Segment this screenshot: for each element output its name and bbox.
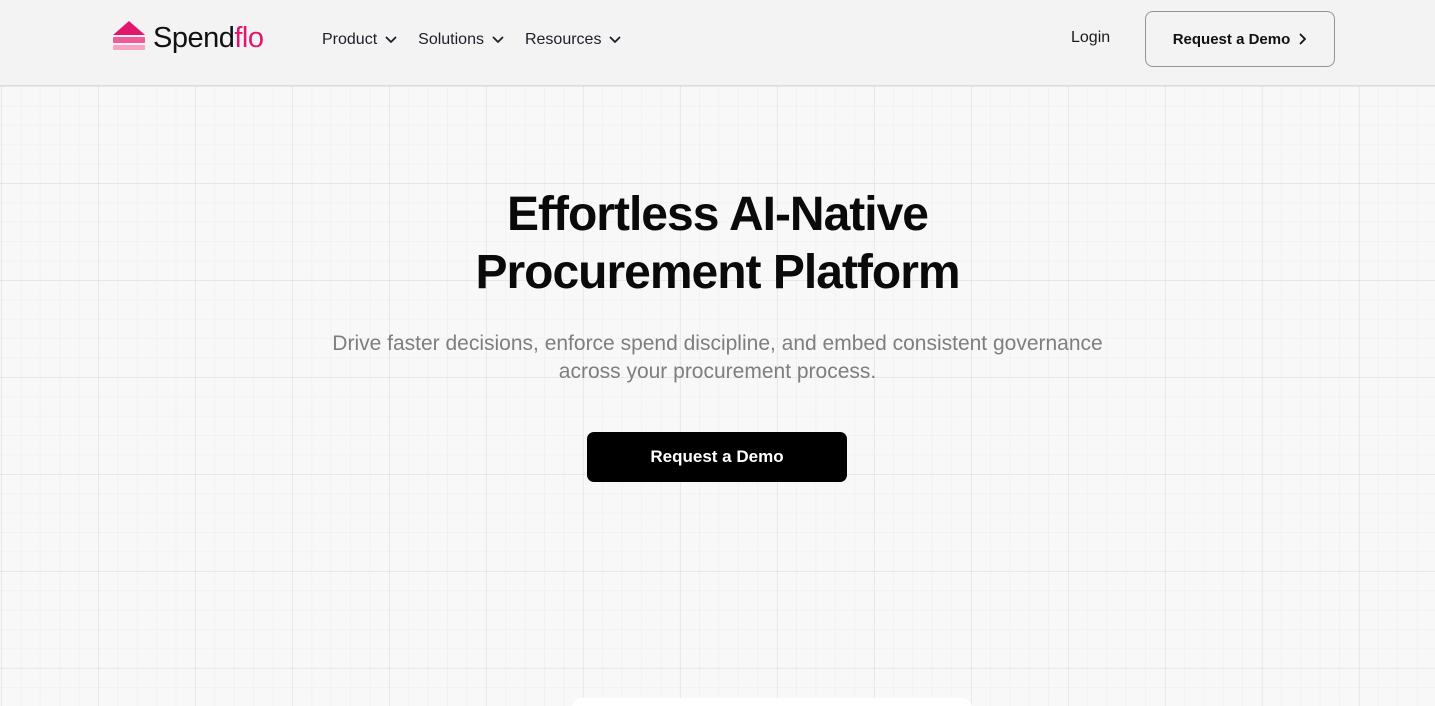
hero-title: Effortless AI-Native Procurement Platfor… bbox=[0, 186, 1435, 302]
request-demo-label: Request a Demo bbox=[1172, 30, 1291, 48]
login-link[interactable]: Login bbox=[1071, 29, 1110, 47]
spendflo-logo-icon bbox=[113, 21, 145, 50]
chevron-down-icon bbox=[610, 36, 621, 43]
hero-subtitle-line2: across your procurement process. bbox=[558, 360, 877, 383]
nav-item-label: Solutions bbox=[418, 31, 484, 48]
request-demo-button-header[interactable]: Request a Demo bbox=[1145, 11, 1335, 67]
hero-subtitle: Drive faster decisions, enforce spend di… bbox=[0, 330, 1435, 386]
page: Spendflo Product Solutions Resources Log… bbox=[0, 0, 1435, 706]
request-demo-button-hero[interactable]: Request a Demo bbox=[587, 432, 847, 482]
nav-item-label: Resources bbox=[524, 31, 602, 48]
chevron-right-icon bbox=[1299, 33, 1307, 45]
hero-title-line2: Procurement Platform bbox=[475, 246, 960, 299]
hero-title-line1: Effortless AI-Native bbox=[507, 188, 929, 241]
brand-wordmark-part2: flo bbox=[234, 22, 264, 54]
spendflo-logo[interactable]: Spendflo bbox=[112, 20, 264, 56]
brand-wordmark: Spendflo bbox=[153, 20, 264, 56]
nav-item-resources[interactable]: Resources bbox=[525, 31, 621, 49]
chevron-down-icon bbox=[385, 36, 397, 43]
hero-subtitle-line1: Drive faster decisions, enforce spend di… bbox=[332, 332, 1103, 355]
nav-item-label: Product bbox=[322, 31, 378, 48]
preview-card bbox=[572, 698, 972, 706]
nav-item-product[interactable]: Product bbox=[322, 31, 397, 49]
brand-wordmark-part1: Spend bbox=[153, 22, 235, 54]
nav-item-solutions[interactable]: Solutions bbox=[418, 31, 504, 49]
chevron-down-icon bbox=[492, 36, 504, 43]
main-nav: Product Solutions Resources bbox=[322, 27, 642, 53]
site-header: Spendflo Product Solutions Resources Log… bbox=[0, 0, 1435, 86]
